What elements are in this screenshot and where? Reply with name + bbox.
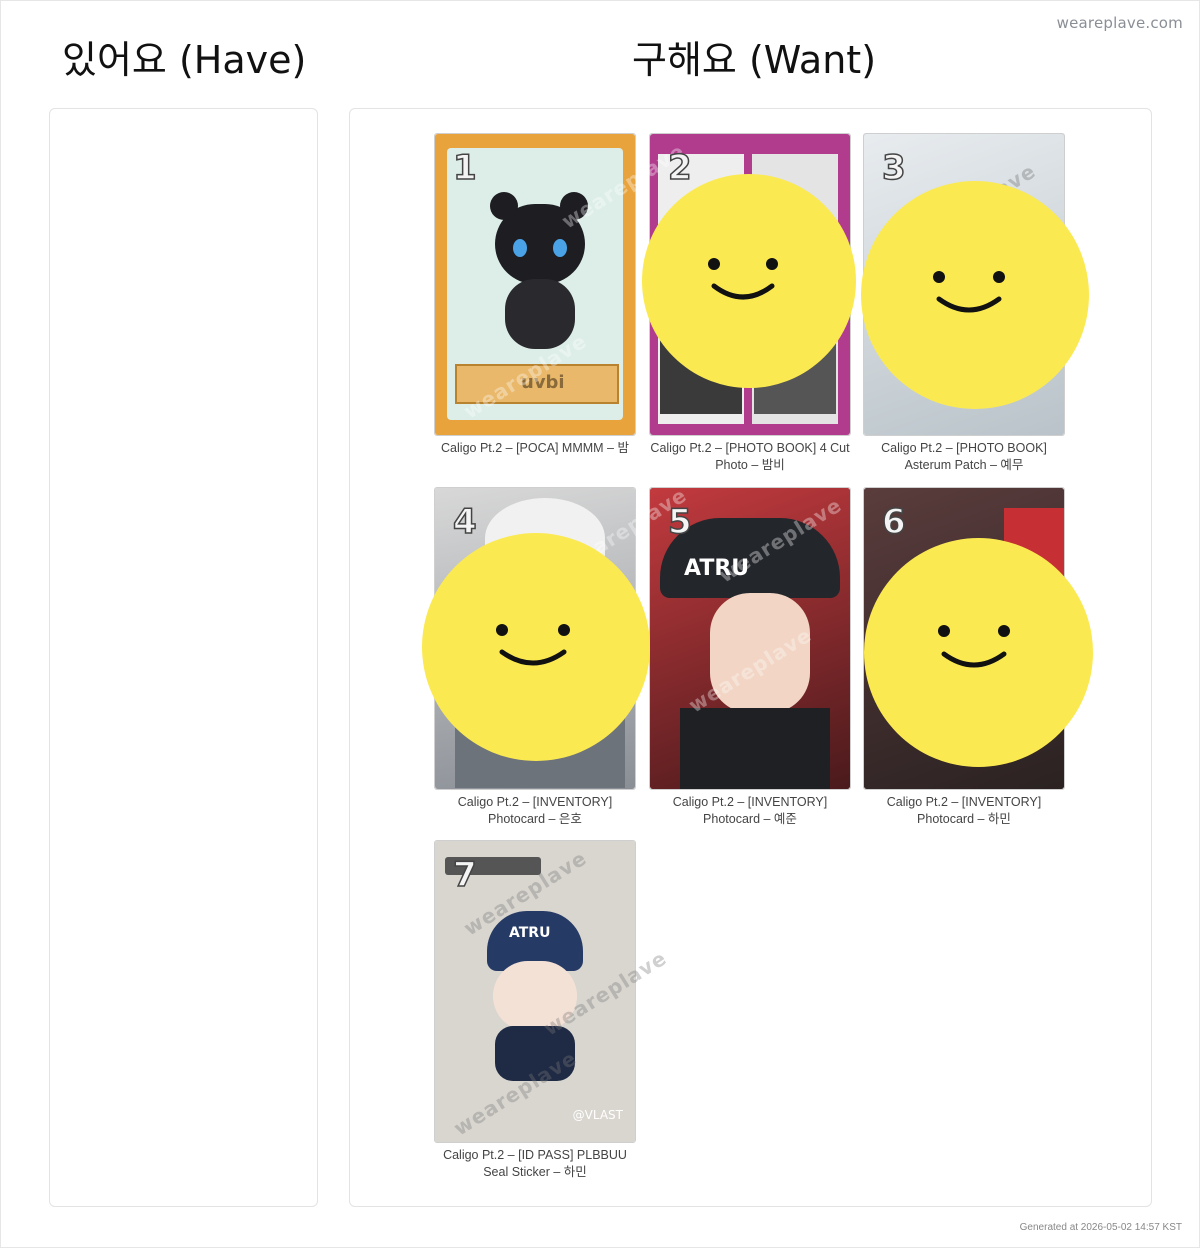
smiley-face-icon bbox=[861, 181, 1089, 409]
card-image: ATRU @VLAST 7 weareplave weareplave wear… bbox=[434, 840, 671, 1143]
want-card[interactable]: ATRU 5 weareplave weareplave Caligo Pt.2… bbox=[649, 487, 851, 828]
want-heading: 구해요 (Want) bbox=[632, 38, 877, 82]
smiley-face-icon bbox=[864, 538, 1093, 767]
generated-timestamp: Generated at 2026-05-02 14:57 KST bbox=[1019, 1222, 1182, 1233]
card-caption: Caligo Pt.2 – [INVENTORY] Photocard – 하민 bbox=[886, 795, 1042, 826]
smiley-face-icon bbox=[642, 174, 856, 388]
card-caption: Caligo Pt.2 – [PHOTO BOOK] Asterum Patch… bbox=[881, 441, 1047, 472]
have-heading: 있어요 (Have) bbox=[62, 38, 307, 82]
card-caption: Caligo Pt.2 – [PHOTO BOOK] 4 Cut Photo –… bbox=[650, 441, 850, 472]
card-caption: Caligo Pt.2 – [ID PASS] PLBBUU Seal Stic… bbox=[443, 1148, 627, 1179]
want-panel: uvbi 1 weareplave weareplave Caligo Pt.2… bbox=[349, 108, 1152, 1207]
card-caption: Caligo Pt.2 – [POCA] MMMM – 밤 bbox=[441, 441, 629, 455]
card-image: uvbi 1 weareplave weareplave bbox=[434, 133, 689, 436]
card-caption: Caligo Pt.2 – [INVENTORY] Photocard – 은호 bbox=[457, 795, 613, 826]
cap-text: ATRU bbox=[509, 925, 551, 941]
smiley-face-icon bbox=[422, 533, 650, 761]
brand-link[interactable]: weareplave.com bbox=[1057, 14, 1183, 32]
card-caption: Caligo Pt.2 – [INVENTORY] Photocard – 예준 bbox=[672, 795, 828, 826]
card-number: 6 bbox=[881, 501, 906, 543]
have-panel bbox=[49, 108, 318, 1207]
want-card[interactable]: uvbi 1 weareplave weareplave Caligo Pt.2… bbox=[434, 133, 689, 457]
want-card[interactable]: ATRU @VLAST 7 weareplave weareplave wear… bbox=[434, 840, 671, 1181]
card-image: ATRU 5 weareplave weareplave bbox=[649, 487, 851, 790]
card-number: 7 bbox=[452, 854, 477, 896]
card-number: 5 bbox=[667, 501, 692, 543]
card-number: 1 bbox=[452, 147, 477, 189]
vlast-text: @VLAST bbox=[572, 1108, 623, 1122]
